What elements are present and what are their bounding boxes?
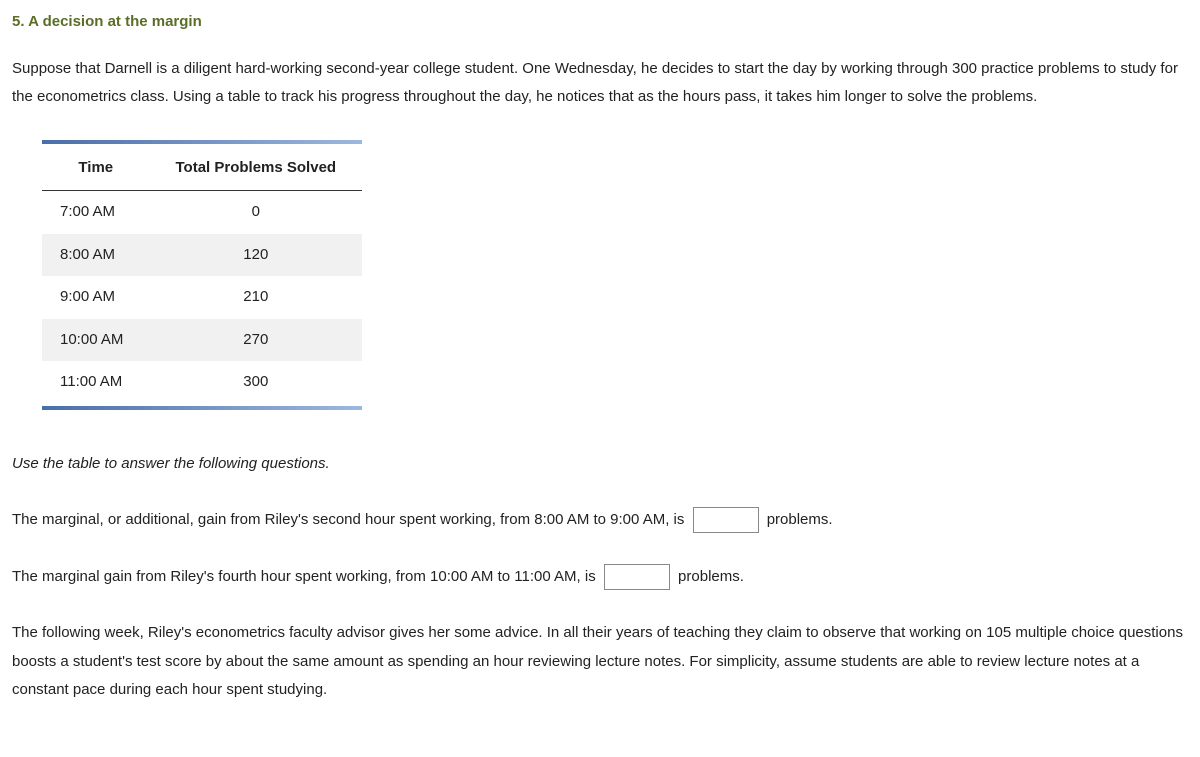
cell-solved: 210 (150, 276, 362, 319)
cell-solved: 120 (150, 234, 362, 277)
cell-solved: 300 (150, 361, 362, 404)
table-bottom-bar (42, 406, 362, 410)
intro-paragraph: Suppose that Darnell is a diligent hard-… (12, 55, 1188, 112)
table-top-bar (42, 140, 362, 144)
table-row: 8:00 AM 120 (42, 234, 362, 277)
cell-time: 9:00 AM (42, 276, 150, 319)
table-row: 11:00 AM 300 (42, 361, 362, 404)
instruction-text: Use the table to answer the following qu… (12, 450, 1188, 479)
cell-time: 11:00 AM (42, 361, 150, 404)
q2-after: problems. (678, 568, 744, 585)
table-row: 9:00 AM 210 (42, 276, 362, 319)
table-row: 10:00 AM 270 (42, 319, 362, 362)
q2-before: The marginal gain from Riley's fourth ho… (12, 568, 596, 585)
q1-input[interactable] (693, 507, 759, 533)
cell-solved: 0 (150, 191, 362, 234)
cell-time: 8:00 AM (42, 234, 150, 277)
q2-input[interactable] (604, 564, 670, 590)
cell-time: 7:00 AM (42, 191, 150, 234)
followup-paragraph: The following week, Riley's econometrics… (12, 619, 1188, 705)
col-header-time: Time (42, 146, 150, 191)
q1-before: The marginal, or additional, gain from R… (12, 511, 684, 528)
table-row: 7:00 AM 0 (42, 191, 362, 234)
cell-time: 10:00 AM (42, 319, 150, 362)
q1-after: problems. (767, 511, 833, 528)
col-header-solved: Total Problems Solved (150, 146, 362, 191)
question-title: 5. A decision at the margin (12, 8, 1188, 37)
question-1: The marginal, or additional, gain from R… (12, 506, 1188, 535)
cell-solved: 270 (150, 319, 362, 362)
progress-table: Time Total Problems Solved 7:00 AM 0 8:0… (42, 146, 362, 404)
question-2: The marginal gain from Riley's fourth ho… (12, 563, 1188, 592)
progress-table-container: Time Total Problems Solved 7:00 AM 0 8:0… (42, 140, 362, 410)
